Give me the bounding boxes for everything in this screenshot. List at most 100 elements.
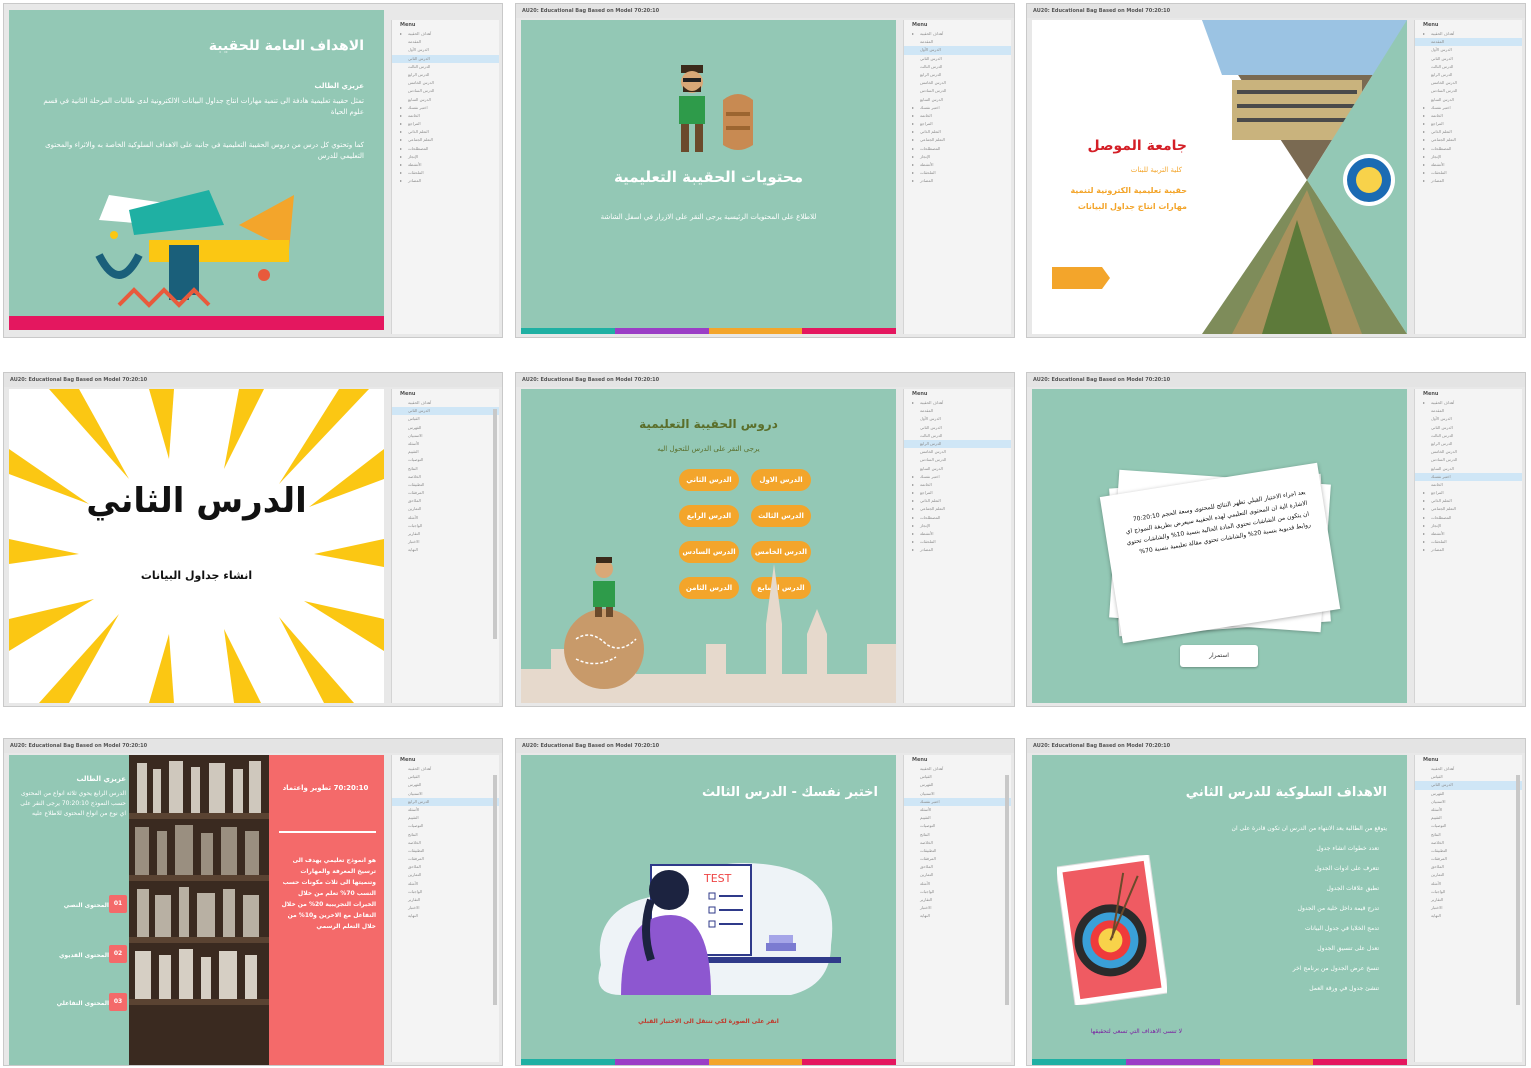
menu-item[interactable]: المقدمة xyxy=(904,38,1011,46)
next-arrow-button[interactable] xyxy=(1052,265,1112,291)
menu-item[interactable]: الدرس الرابع xyxy=(1415,440,1522,448)
menu-item[interactable]: الفهرس xyxy=(1415,790,1522,798)
menu-item[interactable]: الدرس الأول xyxy=(904,415,1011,423)
menu-item[interactable]: الواجبات xyxy=(392,888,499,896)
menu-item-selected[interactable]: الدرس الثاني xyxy=(392,407,499,416)
menu-item[interactable]: الأسئلة xyxy=(904,806,1011,814)
menu-item[interactable]: التمارين xyxy=(392,505,499,513)
slide-thumbnail-8[interactable]: AU20: Educational Bag Based on Model 70:… xyxy=(515,738,1015,1066)
menu-item[interactable]: أهداف الحقيبة xyxy=(392,30,499,38)
menu-item[interactable]: اختبر نفسك xyxy=(904,104,1011,112)
menu-item[interactable]: الملحقات xyxy=(392,169,499,177)
menu-item[interactable]: الأنشطة xyxy=(904,530,1011,538)
menu-item[interactable]: الدرس الخامس xyxy=(1415,448,1522,456)
menu-item-selected[interactable]: الدرس الثاني xyxy=(392,54,499,63)
menu-item-selected[interactable]: الدرس الأول xyxy=(904,46,1011,55)
menu-item[interactable]: الأنشطة xyxy=(904,161,1011,169)
menu-item[interactable]: الدرس الثالث xyxy=(1415,432,1522,440)
menu-item[interactable]: الدرس السادس xyxy=(392,87,499,95)
menu-item[interactable]: القياس xyxy=(392,773,499,781)
menu-item[interactable]: التقارير xyxy=(1415,896,1522,904)
menu-item[interactable]: الإنجاز xyxy=(1415,153,1522,161)
menu-item[interactable]: الدرس الثالث xyxy=(904,63,1011,71)
menu-item[interactable]: المقدمة xyxy=(392,38,499,46)
content-type-label[interactable]: المحتوى التفاعلي xyxy=(19,1000,109,1007)
menu-item[interactable]: التوصيات xyxy=(392,822,499,830)
menu-item[interactable]: التقارير xyxy=(392,896,499,904)
menu-scrollbar[interactable] xyxy=(1005,775,1009,1005)
menu-item[interactable]: الإنجاز xyxy=(1415,522,1522,530)
slide-thumbnail-6[interactable]: AU20: Educational Bag Based on Model 70:… xyxy=(1026,372,1526,707)
menu-item[interactable]: المراجع xyxy=(392,120,499,128)
menu-item[interactable]: الدرس الثالث xyxy=(1415,63,1522,71)
menu-item[interactable]: الدرس الخامس xyxy=(904,448,1011,456)
menu-item[interactable]: الدرس الخامس xyxy=(1415,79,1522,87)
menu-item[interactable]: القياس xyxy=(904,773,1011,781)
menu-item[interactable]: الدرس الأول xyxy=(1415,46,1522,54)
menu-item[interactable]: الاختبار xyxy=(392,904,499,912)
menu-item[interactable]: التطبيقات xyxy=(392,847,499,855)
menu-item[interactable]: التطبيقات xyxy=(904,847,1011,855)
menu-item[interactable]: الإنجاز xyxy=(904,153,1011,161)
menu-item[interactable]: اختبر نفسك xyxy=(904,473,1011,481)
menu-item[interactable]: التعلم الجماعي xyxy=(904,136,1011,144)
menu-item[interactable]: المصطلحات xyxy=(1415,145,1522,153)
menu-item[interactable]: الإنجاز xyxy=(392,153,499,161)
slide-thumbnail-5[interactable]: AU20: Educational Bag Based on Model 70:… xyxy=(515,372,1015,707)
menu-item[interactable]: المصادر xyxy=(1415,177,1522,185)
menu-item[interactable]: الواجبات xyxy=(392,522,499,530)
menu-item[interactable]: الملاحق xyxy=(1415,863,1522,871)
menu-item[interactable]: الخلاصة xyxy=(392,839,499,847)
menu-item[interactable]: المصطلحات xyxy=(904,514,1011,522)
menu-item[interactable]: الدرس الرابع xyxy=(392,71,499,79)
menu-item[interactable]: التقييم xyxy=(392,448,499,456)
menu-item[interactable]: المراجع xyxy=(1415,120,1522,128)
continue-button[interactable]: استمرار xyxy=(1180,645,1258,667)
menu-item[interactable]: التوصيات xyxy=(904,822,1011,830)
menu-item[interactable]: الخاتمة xyxy=(904,112,1011,120)
menu-item[interactable]: المصادر xyxy=(392,177,499,185)
menu-item[interactable]: الخاتمة xyxy=(1415,112,1522,120)
menu-item[interactable]: التمارين xyxy=(904,871,1011,879)
menu-item[interactable]: المصطلحات xyxy=(392,145,499,153)
menu-item[interactable]: التوصيات xyxy=(392,456,499,464)
menu-item[interactable]: المراجع xyxy=(1415,489,1522,497)
menu-item[interactable]: الواجبات xyxy=(1415,888,1522,896)
slide-thumbnail-9[interactable]: AU20: Educational Bag Based on Model 70:… xyxy=(1026,738,1526,1066)
menu-item[interactable]: الدرس الثالث xyxy=(392,63,499,71)
menu-item[interactable]: الدرس الخامس xyxy=(904,79,1011,87)
menu-item[interactable]: الدرس الثاني xyxy=(904,424,1011,432)
menu-item[interactable]: الخاتمة xyxy=(904,481,1011,489)
menu-item[interactable]: الدرس السادس xyxy=(904,456,1011,464)
menu-item[interactable]: الأسئلة xyxy=(392,440,499,448)
menu-item[interactable]: النهاية xyxy=(392,546,499,554)
menu-item[interactable]: الاختبار xyxy=(1415,904,1522,912)
menu-item[interactable]: الدرس الرابع xyxy=(1415,71,1522,79)
menu-item[interactable]: الملاحق xyxy=(904,863,1011,871)
menu-item-selected[interactable]: اختبر نفسك xyxy=(1415,472,1522,481)
menu-item[interactable]: المرفقات xyxy=(1415,855,1522,863)
slide-thumbnail-7[interactable]: AU20: Educational Bag Based on Model 70:… xyxy=(3,738,503,1066)
menu-item[interactable]: المقدمة xyxy=(1415,407,1522,415)
menu-item[interactable]: أهداف الحقيبة xyxy=(904,765,1011,773)
menu-item[interactable]: التقييم xyxy=(904,814,1011,822)
menu-item[interactable]: المرفقات xyxy=(392,855,499,863)
menu-item[interactable]: الدرس السابع xyxy=(904,96,1011,104)
menu-item[interactable]: الاستبيان xyxy=(1415,798,1522,806)
menu-item[interactable]: أهداف الحقيبة xyxy=(1415,765,1522,773)
menu-item[interactable]: التمارين xyxy=(1415,871,1522,879)
menu-item[interactable]: المصطلحات xyxy=(904,145,1011,153)
menu-item[interactable]: التطبيقات xyxy=(1415,847,1522,855)
menu-item[interactable]: الملحقات xyxy=(904,538,1011,546)
menu-item[interactable]: الاختبار xyxy=(904,904,1011,912)
menu-item[interactable]: الدرس الأول xyxy=(1415,415,1522,423)
slide-thumbnail-3[interactable]: AU20: Educational Bag Based on Model 70:… xyxy=(1026,3,1526,338)
menu-item[interactable]: الملحقات xyxy=(1415,169,1522,177)
number-badge[interactable]: 03 xyxy=(109,993,127,1011)
menu-item[interactable]: الخلاصة xyxy=(1415,839,1522,847)
menu-item[interactable]: المرفقات xyxy=(904,855,1011,863)
menu-item[interactable]: الدرس السابع xyxy=(1415,465,1522,473)
menu-item[interactable]: الأنشطة xyxy=(1415,161,1522,169)
menu-item[interactable]: النتائج xyxy=(392,831,499,839)
menu-item[interactable]: الأنشطة xyxy=(392,161,499,169)
